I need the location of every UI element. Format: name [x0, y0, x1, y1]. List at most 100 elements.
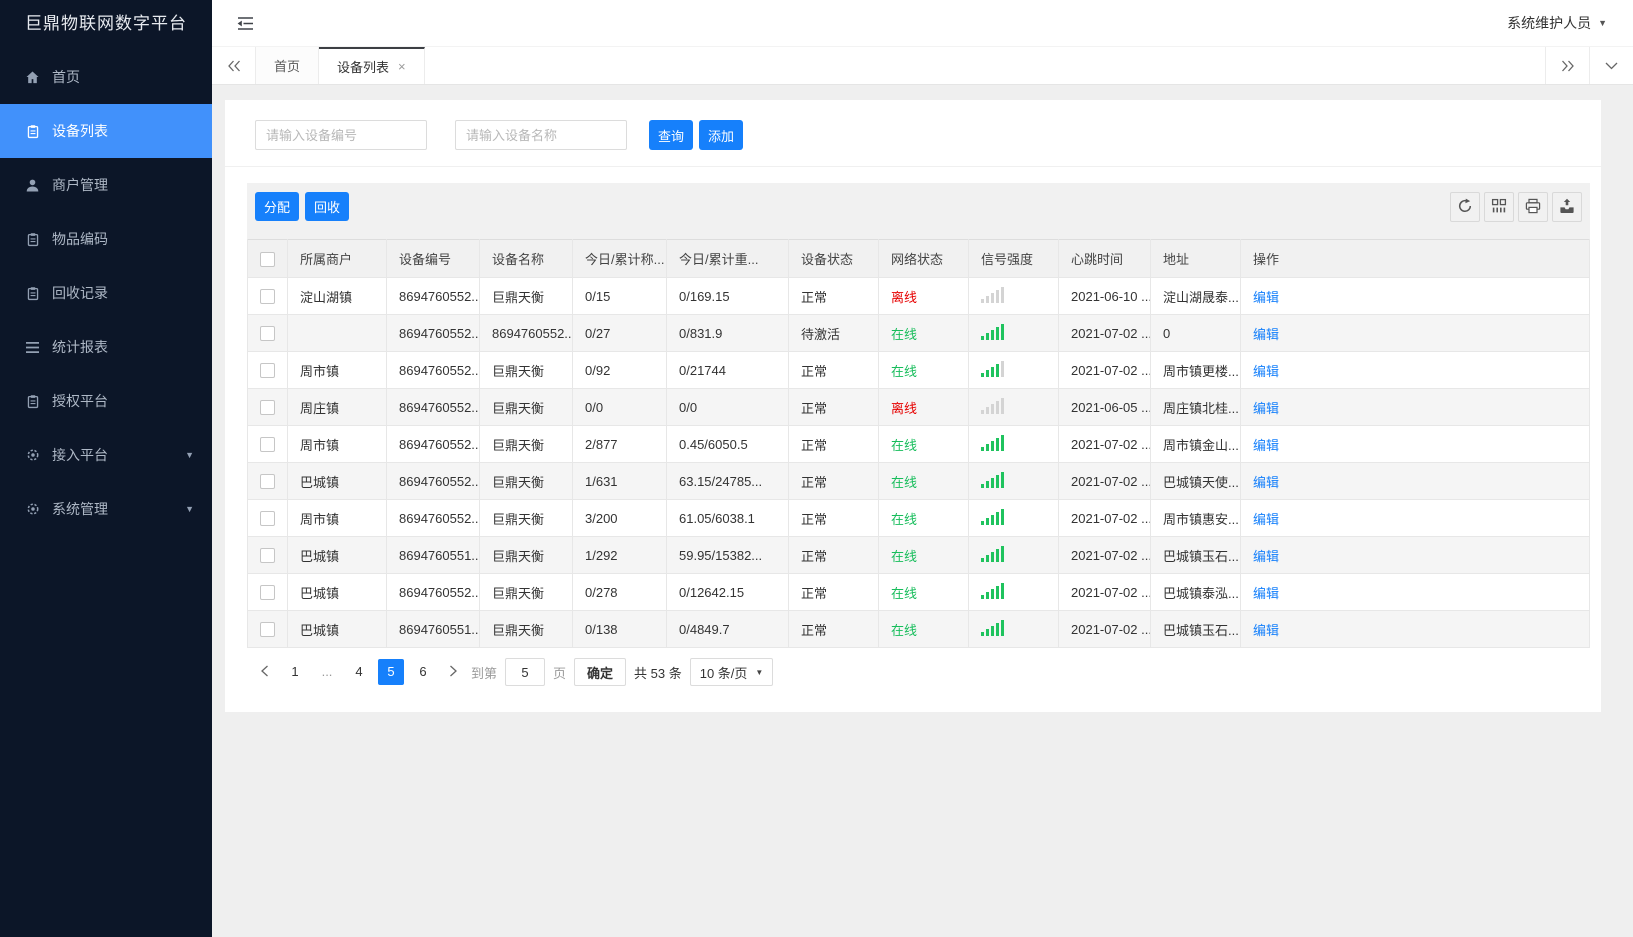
edit-link[interactable]: 编辑 — [1253, 290, 1279, 305]
page-number-6[interactable]: 6 — [410, 659, 436, 685]
weigh-count-cell: 0/92 — [572, 351, 667, 389]
table-row: 淀山湖镇 8694760552... 巨鼎天衡 0/15 0/169.15 正常 离线 202… — [247, 277, 1590, 315]
row-checkbox[interactable] — [260, 622, 275, 638]
device-status-cell: 正常 — [788, 388, 879, 426]
tabs-scroll-left-button[interactable] — [212, 47, 256, 84]
row-checkbox[interactable] — [260, 511, 275, 527]
search-button[interactable]: 查询 — [649, 120, 694, 150]
signal-strength-cell — [968, 499, 1059, 537]
prev-page-button[interactable] — [255, 664, 274, 680]
row-checkbox[interactable] — [260, 437, 275, 453]
weigh-count-cell: 0/27 — [572, 314, 667, 352]
assign-button[interactable]: 分配 — [255, 192, 300, 221]
sidebar-item-recycle-records[interactable]: 回收记录 — [0, 266, 212, 320]
network-status-cell: 在线 — [878, 536, 969, 574]
print-button[interactable] — [1518, 192, 1548, 222]
device-status-cell: 正常 — [788, 499, 879, 537]
row-checkbox[interactable] — [260, 548, 275, 564]
weigh-count-cell: 0/15 — [572, 277, 667, 315]
edit-link[interactable]: 编辑 — [1253, 549, 1279, 564]
network-status-cell: 在线 — [878, 610, 969, 648]
goto-confirm-button[interactable]: 确定 — [574, 658, 627, 686]
sidebar-item-auth-platform[interactable]: 授权平台 — [0, 374, 212, 428]
sidebar-item-system-mgmt[interactable]: 系统管理 ▼ — [0, 482, 212, 536]
merchant-cell: 周市镇 — [287, 425, 387, 463]
column-header: 网络状态 — [878, 239, 969, 278]
signal-bars-icon — [981, 471, 1004, 488]
row-checkbox[interactable] — [260, 400, 275, 416]
merchant-cell: 周市镇 — [287, 499, 387, 537]
pagination: 1... 456 到第 页 确定 共 53 条 10 条/页 ▼ — [247, 648, 1590, 696]
tab-device-list[interactable]: 设备列表 × — [319, 47, 425, 84]
sidebar-item-device-list[interactable]: 设备列表 — [0, 104, 212, 158]
row-checkbox[interactable] — [260, 363, 275, 379]
recycle-button[interactable]: 回收 — [305, 192, 350, 221]
sidebar-item-label: 设备列表 — [52, 123, 108, 139]
device-name-cell: 巨鼎天衡 — [479, 462, 573, 500]
refresh-icon — [1457, 198, 1473, 217]
table-toolbar: 分配 回收 — [247, 183, 1590, 239]
device-name-input[interactable] — [455, 120, 627, 150]
sidebar-item-home[interactable]: 首页 — [0, 50, 212, 104]
row-checkbox-cell — [247, 388, 288, 426]
edit-link[interactable]: 编辑 — [1253, 327, 1279, 342]
address-cell: 周市镇惠安... — [1150, 499, 1241, 537]
edit-link[interactable]: 编辑 — [1253, 438, 1279, 453]
columns-button[interactable] — [1484, 192, 1514, 222]
heartbeat-cell: 2021-07-02 ... — [1058, 499, 1151, 537]
row-checkbox-cell — [247, 610, 288, 648]
page-size-select[interactable]: 10 条/页 ▼ — [689, 658, 774, 686]
page-number-1[interactable]: 1 — [282, 659, 308, 685]
row-checkbox[interactable] — [260, 585, 275, 601]
merchant-cell: 淀山湖镇 — [287, 277, 387, 315]
menu-fold-icon[interactable] — [236, 16, 255, 31]
address-cell: 周市镇更楼... — [1150, 351, 1241, 389]
add-button[interactable]: 添加 — [699, 120, 744, 150]
home-icon — [24, 69, 41, 85]
sidebar-menu: 首页设备列表商户管理 物品编码 回收记录 统计报表 授权平台 接入平台 ▼ 系统管理 ▼ — [0, 50, 212, 536]
edit-link[interactable]: 编辑 — [1253, 401, 1279, 416]
sidebar-item-item-code[interactable]: 物品编码 — [0, 212, 212, 266]
refresh-button[interactable] — [1450, 192, 1480, 222]
goto-page-input[interactable] — [505, 658, 546, 686]
edit-link[interactable]: 编辑 — [1253, 623, 1279, 638]
tab-label: 首页 — [274, 59, 301, 74]
sidebar-item-stats-report[interactable]: 统计报表 — [0, 320, 212, 374]
edit-link[interactable]: 编辑 — [1253, 475, 1279, 490]
tab-close-icon[interactable]: × — [398, 60, 406, 73]
device-no-cell: 8694760551... — [386, 536, 480, 574]
table-row: 巴城镇 8694760551... 巨鼎天衡 1/292 59.95/15382... 正… — [247, 536, 1590, 574]
edit-link[interactable]: 编辑 — [1253, 512, 1279, 527]
weight-total-cell: 0/4849.7 — [666, 610, 789, 648]
device-no-input[interactable] — [255, 120, 427, 150]
row-checkbox[interactable] — [260, 289, 275, 305]
column-header: 操作 — [1240, 239, 1590, 278]
row-checkbox[interactable] — [260, 326, 275, 342]
device-name-cell: 巨鼎天衡 — [479, 425, 573, 463]
next-page-button[interactable] — [444, 664, 463, 680]
action-cell: 编辑 — [1240, 351, 1590, 389]
device-status-cell: 正常 — [788, 536, 879, 574]
page-number-4[interactable]: 4 — [346, 659, 372, 685]
tab-home[interactable]: 首页 — [256, 47, 320, 84]
sidebar-item-access-platform[interactable]: 接入平台 ▼ — [0, 428, 212, 482]
tabs: 首页 设备列表 × — [256, 47, 1545, 84]
tabs-menu-button[interactable] — [1589, 47, 1633, 84]
page-number-5[interactable]: 5 — [378, 659, 404, 685]
signal-bars-icon — [981, 508, 1004, 525]
sidebar-item-merchant-mgmt[interactable]: 商户管理 — [0, 158, 212, 212]
tabs-scroll-right-button[interactable] — [1545, 47, 1589, 84]
user-menu[interactable]: 系统维护人员 ▼ — [1507, 13, 1607, 33]
device-no-cell: 8694760552... — [386, 462, 480, 500]
select-all-checkbox[interactable] — [260, 251, 275, 267]
edit-link[interactable]: 编辑 — [1253, 586, 1279, 601]
top-header: 系统维护人员 ▼ — [212, 0, 1633, 47]
caret-down-icon: ▼ — [185, 450, 194, 460]
device-no-cell: 8694760552... — [386, 425, 480, 463]
device-table-zone: 分配 回收 所属商户 设备编号 设备名称 今日/累计称... 今日/累计重... 设备状态… — [247, 183, 1590, 696]
row-checkbox[interactable] — [260, 474, 275, 490]
edit-link[interactable]: 编辑 — [1253, 364, 1279, 379]
page-ellipsis: ... — [321, 664, 333, 679]
export-button[interactable] — [1552, 192, 1582, 222]
page-size-caret-down-icon: ▼ — [755, 667, 764, 677]
